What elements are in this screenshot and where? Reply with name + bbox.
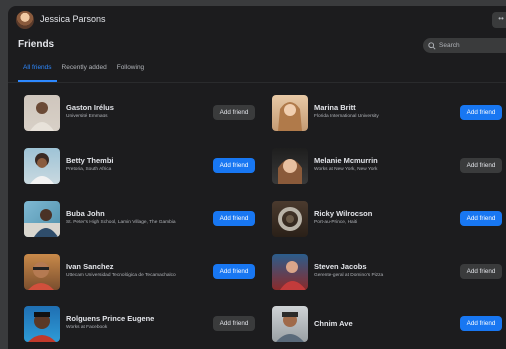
person-photo-icon [276, 312, 304, 342]
friend-item-rolguens-prince-eugene: Rolguens Prince Eugene Works at Facebook… [24, 306, 264, 346]
add-friend-button[interactable]: Add friend [460, 316, 502, 331]
friend-subtitle: Pretoria, South Africa [66, 167, 112, 172]
person-photo-icon [30, 102, 54, 131]
search-icon [428, 41, 436, 50]
friend-name[interactable]: Steven Jacobs [314, 262, 367, 271]
add-friend-button[interactable]: Add friend [460, 158, 502, 173]
friend-name[interactable]: Marina Britt [314, 103, 356, 112]
profile-photo[interactable] [272, 201, 308, 237]
add-friend-button[interactable]: Add friend [213, 211, 255, 226]
tab-all-friends[interactable]: All friends [18, 60, 57, 82]
friend-name[interactable]: Buba John [66, 209, 105, 218]
person-photo-icon [278, 102, 302, 131]
profile-photo[interactable] [24, 148, 60, 184]
friends-tabs: All friends Recently added Following [18, 60, 149, 82]
profile-photo[interactable] [272, 95, 308, 131]
friend-item-gaston-irelus: Gaston Irélus Université Emmaüs Add frie… [24, 95, 264, 135]
friend-item-marina-britt: Marina Britt Florida International Unive… [272, 95, 506, 135]
person-photo-icon [278, 207, 302, 231]
add-friend-button[interactable]: Add friend [460, 264, 502, 279]
tab-divider [8, 82, 506, 83]
friend-name[interactable]: Ricky Wilrocson [314, 209, 372, 218]
tab-following[interactable]: Following [112, 60, 149, 82]
friend-item-melanie-mcmurrin: Melanie Mcmurrin Works at New York, New … [272, 148, 506, 188]
friend-name[interactable]: Gaston Irélus [66, 103, 114, 112]
profile-photo[interactable] [24, 306, 60, 342]
tab-recently-added[interactable]: Recently added [57, 60, 112, 82]
friend-subtitle: St. Peter's High School, Lamin Village, … [66, 220, 176, 225]
person-photo-icon [280, 261, 306, 290]
person-photo-icon [30, 153, 54, 184]
friend-subtitle: Université Emmaüs [66, 114, 108, 119]
profile-photo[interactable] [24, 201, 60, 237]
title-bar: Jessica Parsons •• [8, 6, 506, 34]
avatar[interactable] [16, 11, 34, 29]
add-friend-button[interactable]: Add friend [213, 316, 255, 331]
friend-subtitle: Works at New York, New York [314, 167, 378, 172]
friend-item-chnim-ave: Chnim Ave Add friend [272, 306, 506, 346]
search-input[interactable] [436, 42, 506, 49]
profile-photo[interactable] [272, 148, 308, 184]
friends-window: Jessica Parsons •• Friends All friends R… [8, 6, 506, 349]
friend-item-ivan-sanchez: Ivan Sanchez Uttecam Universidad Tecnoló… [24, 254, 264, 294]
friend-subtitle: Port-au-Prince, Haiti [314, 220, 358, 225]
profile-photo[interactable] [272, 306, 308, 342]
friend-item-betty-thembi: Betty Thembi Pretoria, South Africa Add … [24, 148, 264, 188]
person-photo-icon [28, 312, 56, 342]
friend-item-steven-jacobs: Steven Jacobs Gerente-geral at Domino's … [272, 254, 506, 294]
friend-name[interactable]: Betty Thembi [66, 156, 114, 165]
friend-name[interactable]: Rolguens Prince Eugene [66, 314, 154, 323]
friend-name[interactable]: Ivan Sanchez [66, 262, 114, 271]
friend-item-buba-john: Buba John St. Peter's High School, Lamin… [24, 201, 264, 241]
profile-photo[interactable] [24, 95, 60, 131]
friend-subtitle: Uttecam Universidad Tecnológica de Tecam… [66, 273, 176, 278]
user-name[interactable]: Jessica Parsons [40, 14, 106, 24]
friend-name[interactable]: Melanie Mcmurrin [314, 156, 378, 165]
page-title: Friends [18, 39, 55, 50]
friend-name[interactable]: Chnim Ave [314, 319, 353, 328]
add-friend-button[interactable]: Add friend [213, 105, 255, 120]
add-friend-button[interactable]: Add friend [213, 158, 255, 173]
add-friend-button[interactable]: Add friend [460, 211, 502, 226]
friend-item-ricky-wilrocson: Ricky Wilrocson Port-au-Prince, Haiti Ad… [272, 201, 506, 241]
profile-photo[interactable] [272, 254, 308, 290]
friend-subtitle: Works at Facebook [66, 325, 108, 330]
person-photo-icon [28, 262, 54, 290]
more-options-button[interactable]: •• [492, 12, 506, 28]
search-box[interactable] [423, 38, 506, 53]
add-friend-button[interactable]: Add friend [213, 264, 255, 279]
person-photo-icon [24, 209, 60, 237]
person-photo-icon [278, 159, 302, 184]
friend-subtitle: Florida International University [314, 114, 379, 119]
add-friend-button[interactable]: Add friend [460, 105, 502, 120]
profile-photo[interactable] [24, 254, 60, 290]
friend-subtitle: Gerente-geral at Domino's Pizza [314, 273, 384, 278]
